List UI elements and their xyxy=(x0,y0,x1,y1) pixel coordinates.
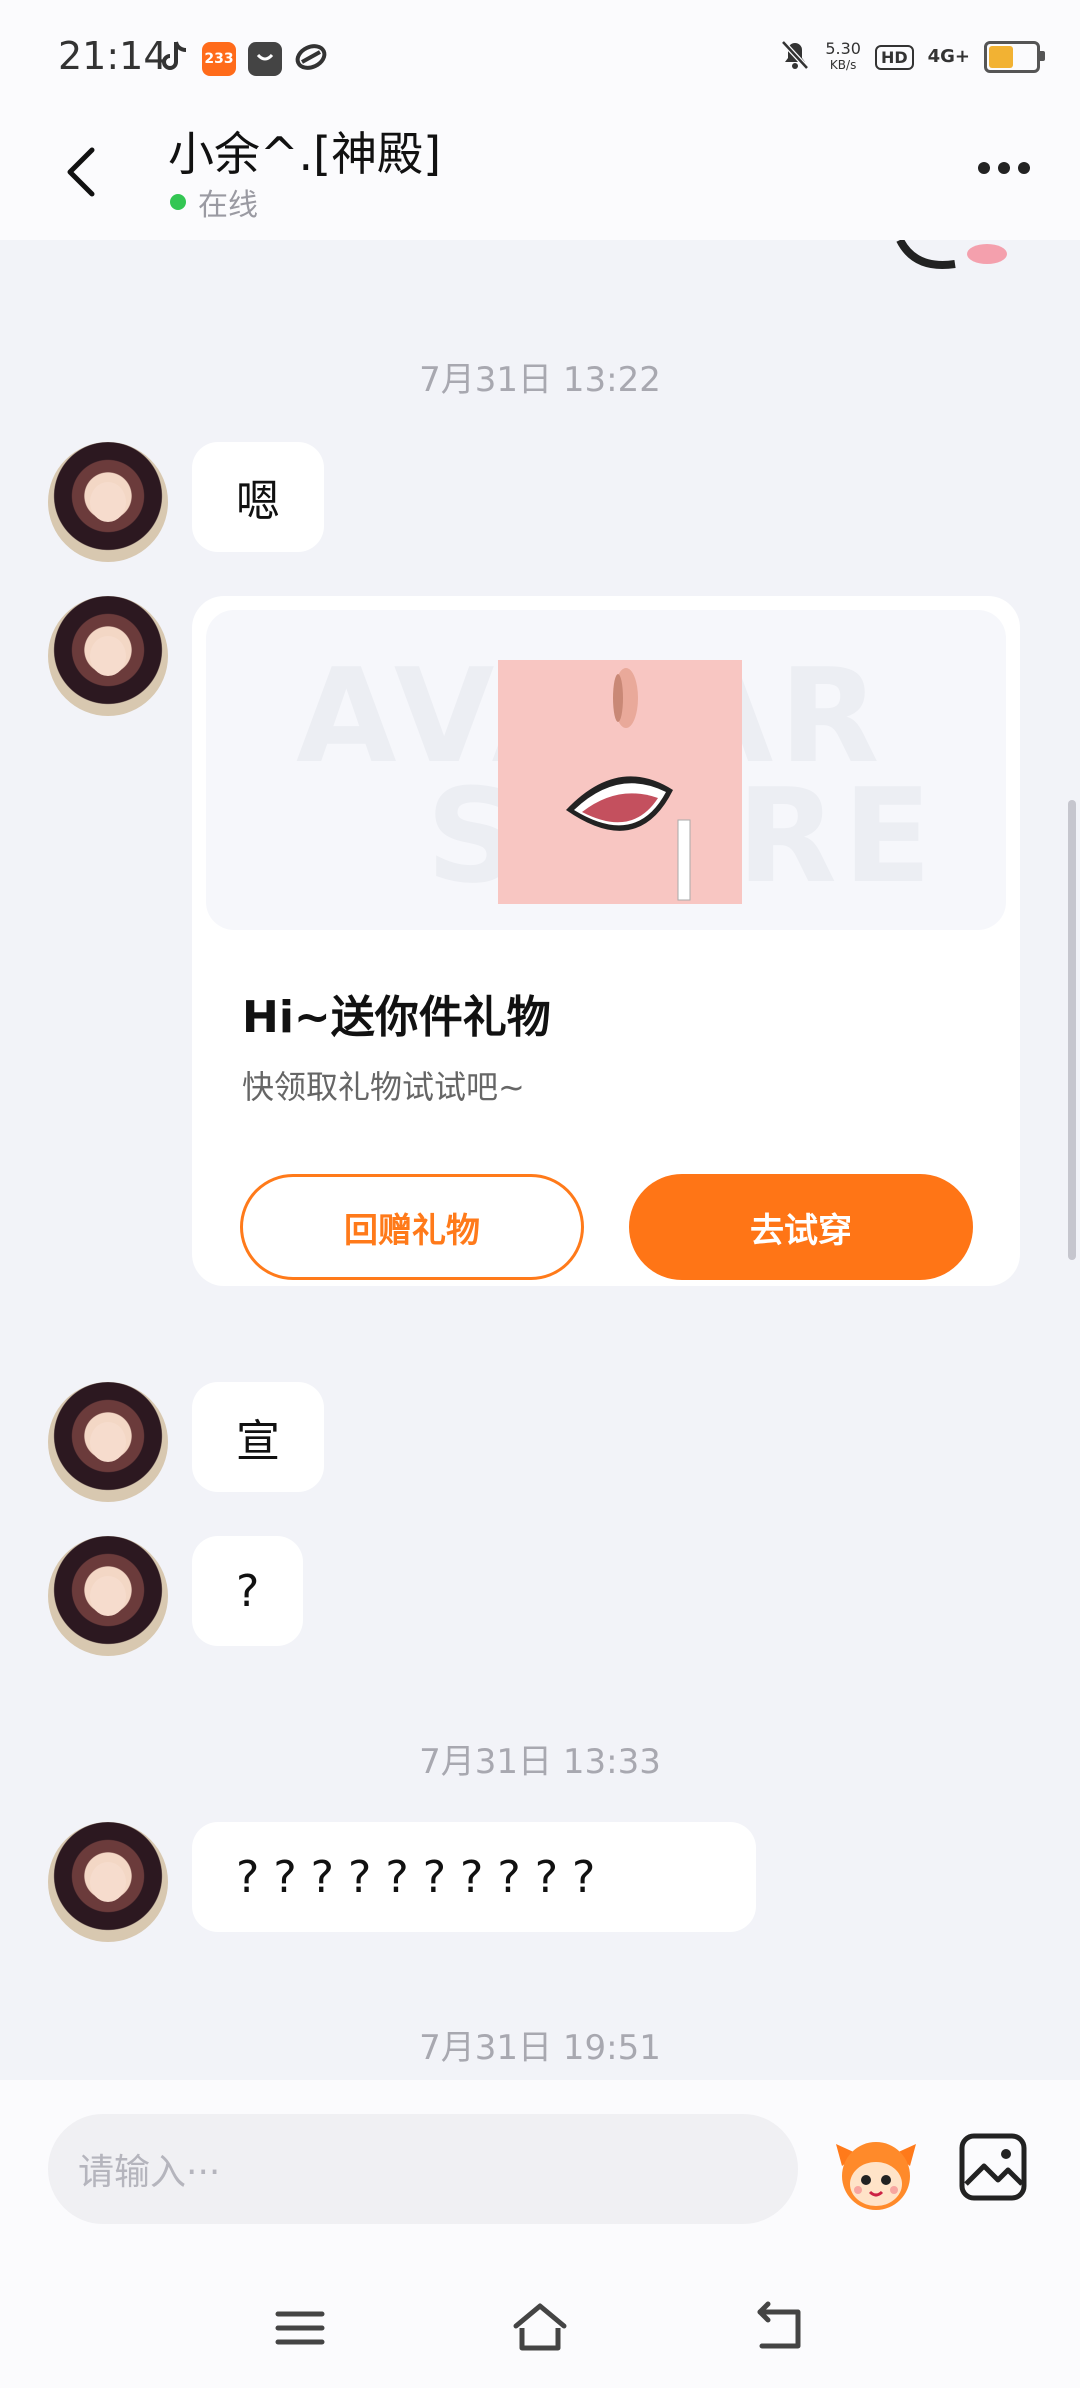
timestamp: 7月31日 13:22 xyxy=(419,360,661,400)
chat-header: 小余^.[神殿] 在线 xyxy=(0,100,1080,240)
gift-card[interactable]: AVATAR STORE Hi~送你件礼物 快领取礼物试试吧~ 回赠礼物 去试穿 xyxy=(192,596,1020,1286)
avatar[interactable] xyxy=(48,442,168,562)
status-time: 21:14 xyxy=(58,34,168,78)
partial-sticker xyxy=(895,240,1015,270)
menu-icon xyxy=(275,2311,325,2345)
image-icon[interactable] xyxy=(958,2132,1028,2202)
input-bar: 请输入··· xyxy=(0,2080,1080,2388)
message-bubble[interactable]: ? xyxy=(192,1536,304,1646)
gift-title: Hi~送你件礼物 xyxy=(242,992,551,1043)
system-nav-bar xyxy=(0,2270,1080,2388)
speed-unit: KB/s xyxy=(829,58,857,72)
return-icon xyxy=(757,2301,801,2349)
more-options-button[interactable] xyxy=(978,162,1030,174)
status-right: 5.30 KB/s HD 4G+ xyxy=(779,38,1045,76)
try-on-button[interactable]: 去试穿 xyxy=(629,1174,973,1280)
avatar[interactable] xyxy=(48,1536,168,1656)
home-icon xyxy=(513,2303,567,2351)
home-nav-button[interactable] xyxy=(510,2298,570,2358)
gift-sticker-image xyxy=(498,660,742,904)
message-bubble[interactable]: 宣 xyxy=(192,1382,324,1492)
message-input[interactable]: 请输入··· xyxy=(48,2114,798,2224)
more-dot-icon xyxy=(1018,162,1030,174)
online-status: 在线 xyxy=(170,180,258,224)
contact-name: 小余^.[神殿] xyxy=(168,127,442,181)
speed-value: 5.30 xyxy=(825,39,861,58)
avatar[interactable] xyxy=(48,1382,168,1502)
avatar[interactable] xyxy=(48,596,168,716)
back-button[interactable] xyxy=(58,142,108,202)
online-status-label: 在线 xyxy=(198,188,258,223)
tiktok-icon xyxy=(160,40,190,78)
hd-badge: HD xyxy=(874,44,914,70)
battery-icon xyxy=(984,41,1045,73)
bell-muted-icon xyxy=(779,38,811,76)
scrollbar[interactable] xyxy=(1068,800,1076,1260)
233-app-icon: 233 xyxy=(202,42,236,76)
mascot-emoji-icon[interactable] xyxy=(832,2126,920,2214)
bag-app-icon xyxy=(248,42,282,76)
more-dot-icon xyxy=(978,162,990,174)
battery-level xyxy=(989,46,1014,68)
timestamp: 7月31日 19:51 xyxy=(419,2028,661,2068)
timestamp: 7月31日 13:33 xyxy=(419,1742,661,1782)
return-gift-button[interactable]: 回赠礼物 xyxy=(240,1174,584,1280)
link-app-icon xyxy=(294,42,328,76)
message-bubble[interactable]: 嗯 xyxy=(192,442,324,552)
message-bubble[interactable]: ? ? ? ? ? ? ? ? ? ? xyxy=(192,1822,756,1932)
status-app-icons: 233 xyxy=(160,40,328,78)
status-bar: 21:14 233 5.30 KB/s HD 4G+ xyxy=(0,0,1080,100)
chevron-left-icon xyxy=(67,147,95,197)
menu-nav-button[interactable] xyxy=(270,2298,330,2358)
more-dot-icon xyxy=(998,162,1010,174)
network-type: 4G+ xyxy=(927,46,970,67)
back-nav-button[interactable] xyxy=(750,2298,810,2358)
network-speed: 5.30 KB/s xyxy=(825,41,861,73)
gift-subtitle: 快领取礼物试试吧~ xyxy=(242,1068,525,1106)
gift-image-area: AVATAR STORE xyxy=(206,610,1006,930)
avatar[interactable] xyxy=(48,1822,168,1942)
chat-area[interactable]: 7月31日 13:22 嗯 AVATAR STORE Hi~送你件礼物 快领取礼… xyxy=(0,240,1080,2080)
online-dot-icon xyxy=(170,194,186,210)
